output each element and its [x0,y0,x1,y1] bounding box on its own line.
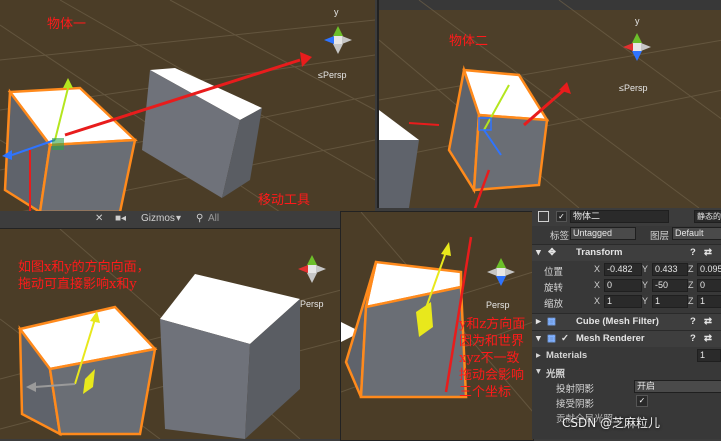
persp-label[interactable]: ≤Persp [619,83,647,93]
annotation-move-tool: 移动工具 [258,193,311,208]
mesh-renderer-title: Mesh Renderer [576,333,645,344]
layer-dropdown[interactable]: Default [672,227,721,240]
settings-icon[interactable]: ⇄ [704,316,712,327]
scene-view-top-left[interactable]: 物体一 ≤Persp y 移动工具 [0,0,375,212]
help-icon[interactable]: ? [690,316,696,327]
help-icon[interactable]: ? [690,247,696,258]
y-axis-label: Y [642,264,649,274]
search-input[interactable]: All [208,213,219,224]
annotation-yz-line-1: y和z方向面 [459,317,526,332]
scene-toolbar: ✕ ■◂ Gizmos ▾ ⚲ All [0,211,345,229]
object-name-field[interactable]: 物体二 [570,210,669,223]
rotation-row: 旋转 X 0 Y -50 Z 0 [532,278,721,294]
scale-z-field[interactable]: 1 [697,295,721,308]
annotation-xy-line-2: 拖动可直接影响x和y [18,277,137,292]
z-axis-label: Z [688,280,694,290]
settings-icon[interactable]: ⇄ [704,333,712,344]
lighting-row[interactable]: ▾ 光照 [532,364,721,380]
scale-y-field[interactable]: 1 [652,295,688,308]
tag-label: 标签 [550,231,570,242]
annotation-object-two: 物体二 [449,34,489,49]
annotation-xy-line-1: 如图x和y的方向向面， [18,260,150,275]
expand-arrow-icon[interactable]: ▾ [536,333,541,344]
transform-header[interactable]: ▾ ✥ Transform ? ⇄ [532,244,721,261]
materials-label: Materials [546,350,588,361]
position-z-field[interactable]: 0.095 [697,263,721,276]
transform-title: Transform [576,247,623,258]
grid-icon: ▦ [547,316,556,327]
position-y-field[interactable]: 0.433 [652,263,688,276]
expand-arrow-icon[interactable]: ▸ [536,350,541,361]
scene-view-top-right[interactable]: 物体二 ≤Persp y [377,0,721,208]
gizmo-y-label: y [635,16,640,26]
persp-label[interactable]: Persp [300,299,324,309]
transform-icon: ✥ [548,247,556,258]
search-icon: ⚲ [196,213,204,224]
mesh-renderer-header[interactable]: ▾ ▦ ✓ Mesh Renderer ? ⇄ [532,330,721,347]
watermark: CSDN @芝麻粒儿 [562,416,661,430]
persp-label[interactable]: ≤Persp [318,70,346,80]
cube-icon [538,211,549,222]
annotation-yz-line-3: xyz不一致 [459,351,520,366]
gizmos-button[interactable]: Gizmos [141,213,175,224]
rotation-label: 旋转 [544,283,564,294]
scale-x-field[interactable]: 1 [604,295,642,308]
inspector-panel: ✓ 物体二 静态的 标签 Untagged 图层 Default ▾ ✥ Tra… [532,208,721,439]
receive-shadows-label: 接受阴影 [556,399,595,410]
y-axis-label: Y [642,296,649,306]
cast-shadows-label: 投射阴影 [556,384,595,395]
materials-row[interactable]: ▸ Materials 1 [532,348,721,363]
renderer-icon: ▦ [547,333,556,344]
enabled-checkbox[interactable]: ✓ [561,333,569,344]
expand-arrow-icon[interactable]: ▾ [536,247,541,258]
scale-label: 缩放 [544,299,564,310]
x-axis-label: X [594,264,601,274]
x-axis-label: X [594,280,601,290]
mesh-filter-title: Cube (Mesh Filter) [576,316,659,327]
expand-arrow-icon[interactable]: ▸ [536,316,541,327]
camera-icon[interactable]: ■◂ [115,213,126,224]
layer-label: 图层 [650,231,670,242]
annotation-yz-line-5: 三个坐标 [459,385,512,400]
expand-arrow-icon[interactable]: ▾ [536,366,541,377]
rotation-x-field[interactable]: 0 [604,279,642,292]
scale-row: 缩放 X 1 Y 1 Z 1 [532,294,721,310]
y-axis-label: Y [642,280,649,290]
annotation-yz-line-2: 因为和世界 [459,334,525,349]
receive-shadows-checkbox[interactable]: ✓ [636,395,648,407]
mesh-filter-header[interactable]: ▸ ▦ Cube (Mesh Filter) ? ⇄ [532,313,721,330]
z-axis-label: Z [688,296,694,306]
active-checkbox[interactable]: ✓ [556,211,567,222]
scene-view-bottom-right[interactable]: y和z方向面 因为和世界 xyz不一致 拖动会影响 三个坐标 Persp [340,211,534,441]
lighting-label: 光照 [546,369,566,380]
scene-grid-top-right [379,0,721,208]
z-axis-label: Z [688,264,694,274]
materials-count-field[interactable]: 1 [697,349,721,362]
settings-icon[interactable]: ⇄ [704,247,712,258]
scene-view-bottom-left[interactable]: 如图x和y的方向向面， 拖动可直接影响x和y Persp [0,229,345,439]
position-x-field[interactable]: -0.482 [604,263,642,276]
gizmo-y-label: y [334,7,339,17]
gizmos-dropdown-icon[interactable]: ▾ [176,213,181,224]
rotation-y-field[interactable]: -50 [652,279,688,292]
position-row: 位置 X -0.482 Y 0.433 Z 0.095 [532,262,721,278]
annotation-yz-line-4: 拖动会影响 [459,368,525,383]
tools-icon[interactable]: ✕ [95,213,103,224]
rotation-z-field[interactable]: 0 [697,279,721,292]
cast-shadows-dropdown[interactable]: 开启 [634,380,721,393]
receive-shadows-row: 接受阴影 ✓ [532,394,721,410]
position-label: 位置 [544,267,564,278]
x-axis-label: X [594,296,601,306]
annotation-object-one: 物体一 [47,17,87,32]
persp-label[interactable]: Persp [486,300,510,310]
tag-dropdown[interactable]: Untagged [570,227,636,240]
help-icon[interactable]: ? [690,333,696,344]
cast-shadows-row: 投射阴影 开启 [532,379,721,395]
static-toggle[interactable]: 静态的 [694,210,721,223]
